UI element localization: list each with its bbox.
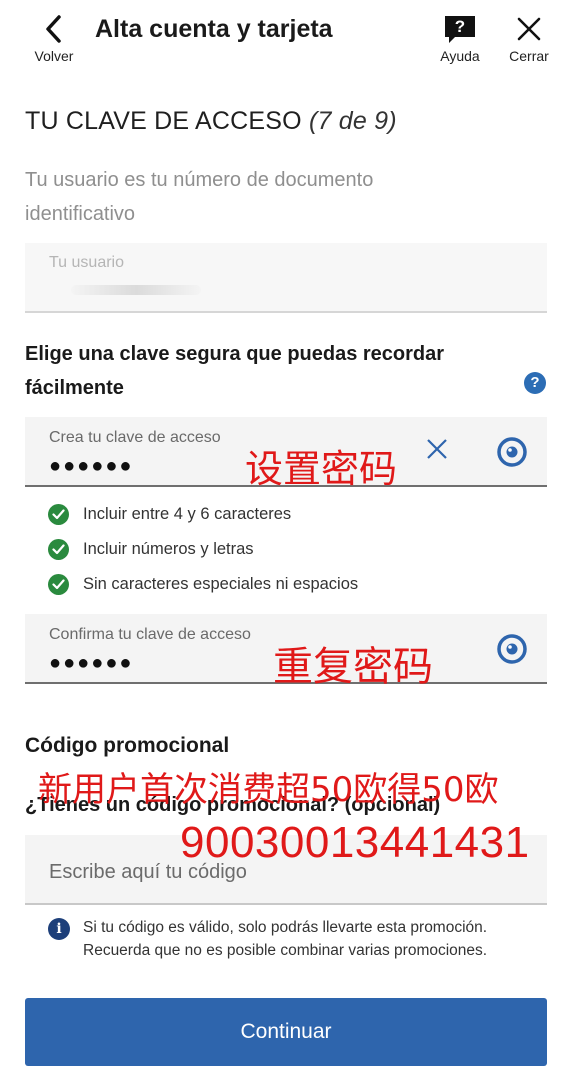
password-section-title: Elige una clave segura que puedas record…	[25, 343, 445, 399]
eye-icon[interactable]	[495, 634, 529, 664]
continue-button[interactable]: Continuar	[25, 998, 547, 1066]
username-label: Tu usuario	[49, 254, 124, 271]
confirm-password-value[interactable]: ●●●●●●	[49, 652, 133, 675]
password-rules-list: Incluir entre 4 y 6 caracteres Incluir n…	[48, 497, 528, 602]
promo-annotation: 新用户首次消费超50欧得50欧	[38, 770, 499, 810]
back-button[interactable]: Volver	[22, 12, 86, 72]
create-password-label: Crea tu clave de acceso	[49, 429, 221, 446]
check-circle-icon	[48, 504, 69, 525]
password-rule: Sin caracteres especiales ni espacios	[48, 567, 528, 602]
check-circle-icon	[48, 539, 69, 560]
page-title: Alta cuenta y tarjeta	[95, 15, 333, 43]
eye-icon[interactable]	[495, 437, 529, 467]
help-label: Ayuda	[440, 48, 480, 64]
password-rule-text: Sin caracteres especiales ni espacios	[83, 575, 359, 593]
password-annotation: 设置密码	[245, 447, 398, 491]
info-icon: i	[48, 918, 70, 940]
close-label: Cerrar	[509, 48, 549, 64]
help-bubble-icon: ?	[445, 16, 475, 43]
step-title-text: TU CLAVE DE ACCESO	[25, 107, 302, 135]
promo-note-text: Si tu código es válido, solo podrás llev…	[83, 919, 488, 959]
clear-icon[interactable]	[425, 437, 449, 461]
step-title: TU CLAVE DE ACCESO (7 de 9)	[25, 107, 397, 136]
confirm-annotation: 重复密码	[273, 644, 433, 690]
back-label: Volver	[34, 48, 74, 64]
promo-code-annotation: 90030013441431	[180, 818, 530, 867]
top-bar: Volver Alta cuenta y tarjeta ? Ayuda Cer…	[0, 0, 567, 80]
username-value-blurred	[71, 285, 201, 295]
confirm-password-label: Confirma tu clave de acceso	[49, 626, 251, 643]
password-rule-text: Incluir entre 4 y 6 caracteres	[83, 505, 292, 523]
password-rule: Incluir entre 4 y 6 caracteres	[48, 497, 528, 532]
create-password-value[interactable]: ●●●●●●	[49, 455, 133, 478]
promo-title: Código promocional	[25, 734, 230, 757]
chevron-left-icon	[46, 15, 61, 43]
svg-text:?: ?	[455, 17, 465, 36]
help-button[interactable]: ? Ayuda	[432, 12, 488, 72]
password-help-icon[interactable]: ?	[524, 372, 546, 394]
close-icon	[517, 17, 541, 41]
check-circle-icon	[48, 574, 69, 595]
username-field: Tu usuario	[25, 243, 547, 313]
close-button[interactable]: Cerrar	[503, 12, 555, 72]
password-rule: Incluir números y letras	[48, 532, 528, 567]
step-counter: (7 de 9)	[308, 107, 397, 135]
username-hint: Tu usuario es tu número de documento ide…	[25, 169, 374, 225]
password-rule-text: Incluir números y letras	[83, 540, 254, 558]
